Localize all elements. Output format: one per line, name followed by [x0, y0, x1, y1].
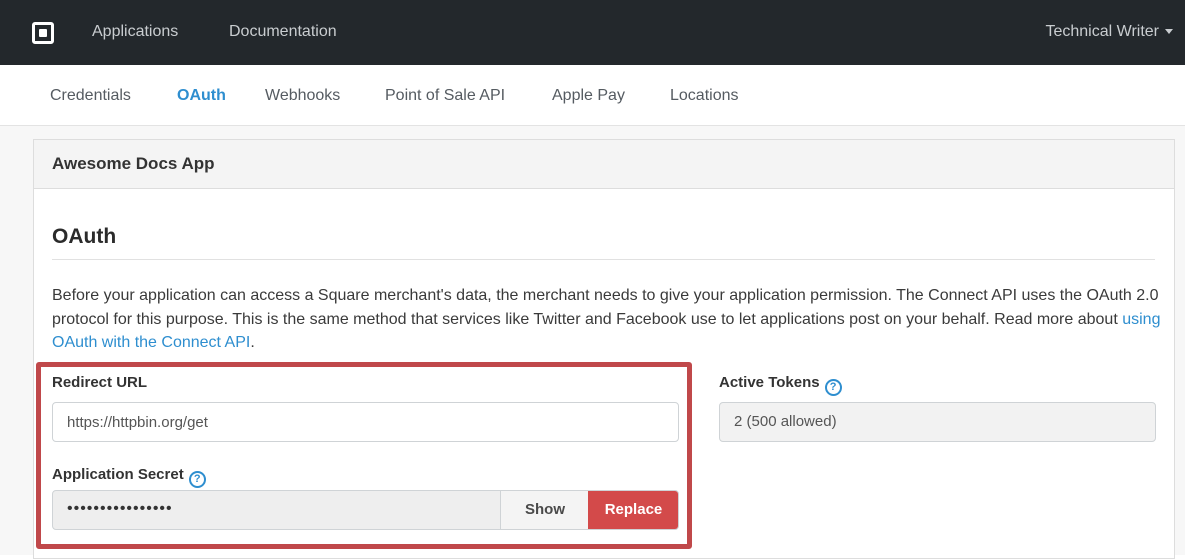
tab-webhooks[interactable]: Webhooks: [265, 87, 340, 105]
tab-point-of-sale-api[interactable]: Point of Sale API: [385, 87, 505, 105]
tab-locations[interactable]: Locations: [670, 87, 739, 105]
description-text: Before your application can access a Squ…: [52, 287, 1159, 328]
oauth-description: Before your application can access a Squ…: [52, 284, 1162, 355]
active-tokens-field: 2 (500 allowed): [719, 402, 1156, 442]
caret-down-icon: [1165, 29, 1173, 35]
user-name: Technical Writer: [1045, 23, 1159, 40]
nav-link-applications[interactable]: Applications: [92, 23, 178, 41]
tab-credentials[interactable]: Credentials: [50, 87, 131, 105]
square-logo-icon[interactable]: [32, 22, 54, 44]
description-end: .: [250, 334, 255, 351]
tab-apple-pay[interactable]: Apple Pay: [552, 87, 625, 105]
section-divider: [52, 259, 1155, 260]
active-tokens-label-text: Active Tokens: [719, 374, 820, 391]
section-title: OAuth: [52, 225, 117, 248]
highlight-annotation-box: [36, 362, 692, 549]
panel-header: Awesome Docs App: [34, 140, 1174, 189]
help-icon[interactable]: ?: [824, 379, 842, 396]
user-menu[interactable]: Technical Writer: [1045, 23, 1173, 41]
tab-oauth[interactable]: OAuth: [177, 87, 226, 105]
active-tokens-label: Active Tokens?: [719, 374, 842, 396]
app-name: Awesome Docs App: [52, 154, 215, 173]
sub-navbar: Credentials OAuth Webhooks Point of Sale…: [0, 65, 1185, 126]
top-navbar: Applications Documentation Technical Wri…: [0, 0, 1185, 65]
nav-link-documentation[interactable]: Documentation: [229, 23, 337, 41]
